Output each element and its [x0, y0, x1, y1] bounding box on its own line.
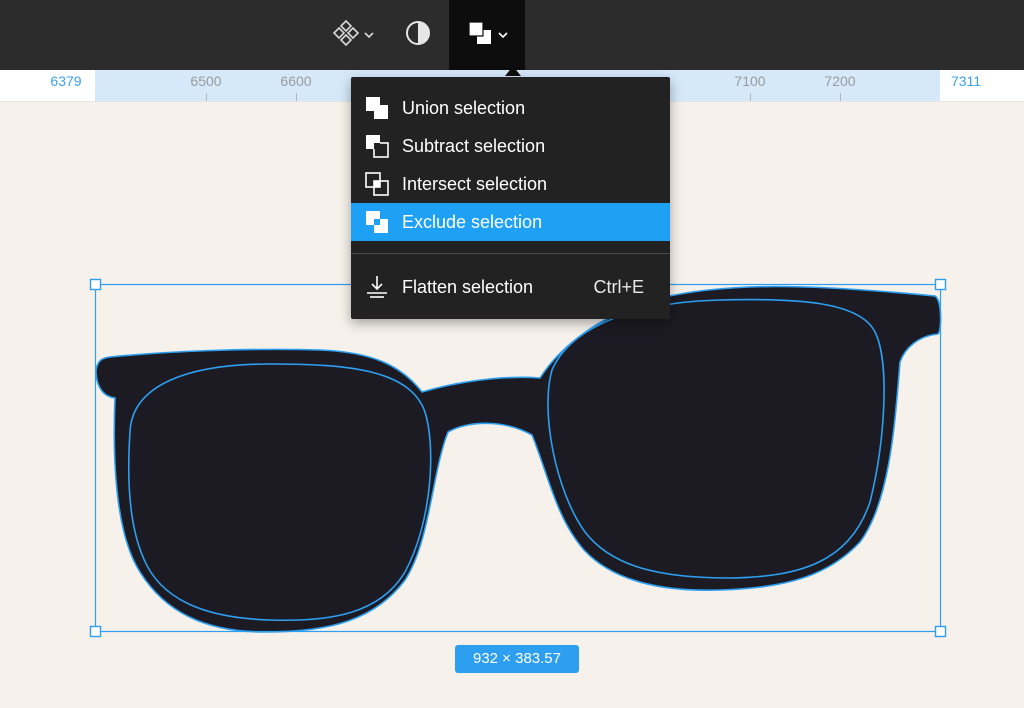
exclude-selection-icon: [363, 208, 391, 236]
half-circle-contrast-icon: [404, 19, 432, 52]
menu-item-label: Exclude selection: [402, 211, 543, 232]
resize-handle-bottom-left[interactable]: [89, 625, 102, 638]
ruler-tick: [750, 93, 751, 101]
menu-item-union-selection[interactable]: Union selection: [351, 89, 670, 127]
dimension-badge: 932 × 383.57: [455, 645, 579, 673]
menu-item-subtract-selection[interactable]: Subtract selection: [351, 127, 670, 165]
resize-handle-bottom-right[interactable]: [934, 625, 947, 638]
keyboard-shortcut: Ctrl+E: [593, 276, 644, 297]
resize-handle-top-right[interactable]: [934, 278, 947, 291]
top-toolbar: [0, 0, 1024, 70]
union-selection-icon: [363, 94, 391, 122]
ruler-selection-end-label: 7311: [950, 73, 982, 89]
boolean-operations-menu: Union selection Subtract selection Inter…: [351, 77, 670, 319]
components-diamond-icon: [332, 19, 360, 52]
menu-item-exclude-selection[interactable]: Exclude selection: [351, 203, 670, 241]
intersect-selection-icon: [363, 170, 391, 198]
menu-divider: [351, 253, 670, 254]
contrast-toggle-button[interactable]: [398, 0, 438, 70]
menu-item-label: Subtract selection: [402, 135, 546, 156]
menu-item-label: Flatten selection: [402, 276, 534, 297]
ruler-label: 6500: [190, 73, 222, 89]
resize-handle-top-left[interactable]: [89, 278, 102, 291]
ruler-label: 7100: [734, 73, 766, 89]
ruler-tick: [296, 93, 297, 101]
menu-pointer-arrow: [505, 66, 521, 76]
chevron-down-icon: [364, 26, 374, 44]
glasses-frame: [95, 285, 942, 633]
chevron-down-icon: [498, 26, 508, 44]
menu-item-label: Union selection: [402, 97, 526, 118]
menu-item-intersect-selection[interactable]: Intersect selection: [351, 165, 670, 203]
boolean-union-icon: [466, 19, 494, 52]
ruler-selection-start-label: 6379: [50, 73, 82, 89]
menu-item-flatten-selection[interactable]: Flatten selection Ctrl+E: [351, 268, 670, 306]
components-menu-button[interactable]: [322, 0, 384, 70]
ruler-label: 6600: [280, 73, 312, 89]
menu-item-label: Intersect selection: [402, 173, 548, 194]
subtract-selection-icon: [363, 132, 391, 160]
boolean-operations-button[interactable]: [449, 0, 525, 70]
ruler-label: 7200: [824, 73, 856, 89]
flatten-icon: [363, 273, 391, 301]
ruler-tick: [840, 93, 841, 101]
ruler-tick: [206, 93, 207, 101]
